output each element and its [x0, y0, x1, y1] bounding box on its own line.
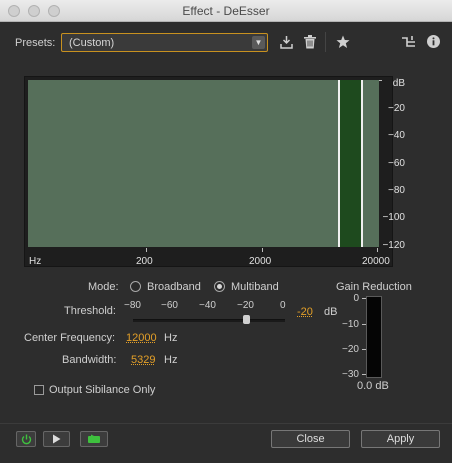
y-tick-label: −20	[388, 103, 405, 114]
y-tick-label: −100	[382, 212, 405, 223]
threshold-slider-thumb[interactable]	[243, 315, 250, 324]
threshold-scale: −80 −60 −40 −20 0	[124, 300, 294, 312]
x-tick-label: 200	[136, 256, 153, 267]
window-title: Effect - DeEsser	[182, 4, 270, 18]
threshold-scale-label: −80	[124, 300, 141, 311]
title-bar: Effect - DeEsser	[0, 0, 452, 22]
multiband-label[interactable]: Multiband	[231, 281, 279, 293]
star-favorite-icon[interactable]	[336, 35, 350, 51]
y-axis: dB −20 −40 −60 −80 −100 −120	[379, 78, 405, 258]
broadband-label[interactable]: Broadband	[147, 281, 201, 293]
gain-reduction-title: Gain Reduction	[336, 281, 412, 293]
x-tick	[377, 248, 378, 252]
y-tick	[379, 80, 382, 81]
threshold-unit: dB	[324, 306, 338, 318]
threshold-scale-label: 0	[280, 300, 286, 311]
band-high-edge-handle[interactable]	[361, 80, 363, 247]
presets-dropdown[interactable]: (Custom) ▼	[61, 33, 268, 52]
threshold-slider[interactable]	[133, 319, 285, 322]
x-axis-unit: Hz	[29, 256, 42, 267]
gain-reduction-meter	[366, 296, 382, 378]
x-tick	[262, 248, 263, 252]
gain-tick-label: −10	[342, 319, 359, 330]
save-preset-icon[interactable]	[280, 35, 293, 51]
routing-icon[interactable]	[402, 36, 415, 50]
y-tick-label: −60	[388, 158, 405, 169]
gain-tick-label: −20	[342, 344, 359, 355]
close-button[interactable]: Close	[271, 430, 350, 448]
y-axis-unit: dB	[392, 78, 405, 89]
band-low-edge-handle[interactable]	[338, 80, 340, 247]
presets-label: Presets:	[15, 37, 56, 49]
threshold-value[interactable]: -20	[297, 306, 313, 318]
bandwidth-unit: Hz	[164, 354, 178, 366]
threshold-scale-label: −60	[161, 300, 178, 311]
multiband-radio[interactable]	[214, 281, 225, 292]
bottom-divider	[0, 423, 452, 424]
info-icon[interactable]	[427, 35, 440, 50]
power-toggle-button[interactable]	[16, 431, 36, 447]
gain-reduction-scale: 0 −10 −20 −30	[340, 293, 365, 383]
x-tick	[146, 248, 147, 252]
center-frequency-label: Center Frequency:	[24, 332, 116, 344]
gain-reduction-value: 0.0 dB	[357, 380, 389, 392]
graph-plot-area[interactable]	[28, 80, 379, 247]
output-sibilance-checkbox[interactable]	[34, 385, 44, 395]
bandwidth-label: Bandwidth:	[62, 354, 117, 366]
trash-icon[interactable]	[304, 35, 316, 51]
bandwidth-value[interactable]: 5329	[131, 354, 155, 366]
mode-label: Mode:	[88, 281, 119, 293]
gain-tick-label: −30	[342, 369, 359, 380]
y-tick-label: −40	[388, 130, 405, 141]
output-sibilance-label[interactable]: Output Sibilance Only	[49, 384, 155, 396]
x-tick-label: 20000	[362, 256, 390, 267]
chevron-down-icon: ▼	[252, 36, 265, 49]
presets-value: (Custom)	[69, 37, 115, 49]
y-tick-label: −120	[382, 240, 405, 251]
center-frequency-unit: Hz	[164, 332, 178, 344]
threshold-label: Threshold:	[64, 305, 116, 317]
loop-button[interactable]	[80, 431, 108, 447]
toolbar-divider	[325, 32, 326, 52]
sibilance-band[interactable]	[340, 80, 362, 247]
x-tick-label: 2000	[249, 256, 272, 267]
play-button[interactable]	[43, 431, 70, 447]
threshold-scale-label: −40	[199, 300, 216, 311]
broadband-radio[interactable]	[130, 281, 141, 292]
y-tick-label: −80	[388, 185, 405, 196]
gain-tick-label: 0	[353, 293, 359, 304]
threshold-scale-label: −20	[237, 300, 254, 311]
apply-button[interactable]: Apply	[361, 430, 440, 448]
center-frequency-value[interactable]: 12000	[126, 332, 157, 344]
